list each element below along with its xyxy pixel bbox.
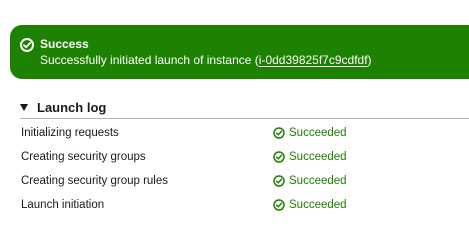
caret-down-icon	[20, 104, 28, 111]
banner-message-prefix: Successfully initiated launch of instanc…	[40, 53, 259, 67]
banner-title: Success	[40, 37, 89, 51]
banner-message: Successfully initiated launch of instanc…	[40, 53, 372, 67]
check-circle-icon	[273, 175, 285, 187]
status-text: Succeeded	[289, 175, 347, 187]
log-row: Initializing requests Succeeded	[21, 125, 461, 141]
log-step-label: Creating security group rules	[21, 175, 169, 187]
success-banner: Success Successfully initiated launch of…	[10, 25, 469, 79]
section-divider	[20, 118, 469, 119]
log-step-status: Succeeded	[273, 125, 347, 141]
status-text: Succeeded	[289, 127, 347, 139]
log-step-status: Succeeded	[273, 197, 347, 213]
log-step-label: Launch initiation	[21, 199, 105, 211]
instance-id-link[interactable]: i-0dd39825f7c9cdfdf	[259, 53, 368, 67]
check-circle-icon	[273, 127, 285, 139]
log-step-status: Succeeded	[273, 173, 347, 189]
log-step-label: Initializing requests	[21, 127, 119, 139]
banner-message-suffix: )	[367, 53, 372, 67]
log-step-label: Creating security groups	[21, 151, 146, 163]
launch-log-title: Launch log	[37, 99, 107, 115]
log-step-status: Succeeded	[273, 149, 347, 165]
status-text: Succeeded	[289, 151, 347, 163]
log-row: Launch initiation Succeeded	[21, 197, 461, 213]
check-circle-icon	[273, 199, 285, 211]
log-row: Creating security groups Succeeded	[21, 149, 461, 165]
check-circle-icon	[20, 38, 34, 52]
log-row: Creating security group rules Succeeded	[21, 173, 461, 189]
status-text: Succeeded	[289, 199, 347, 211]
launch-log-toggle[interactable]: Launch log	[20, 97, 106, 117]
check-circle-icon	[273, 151, 285, 163]
